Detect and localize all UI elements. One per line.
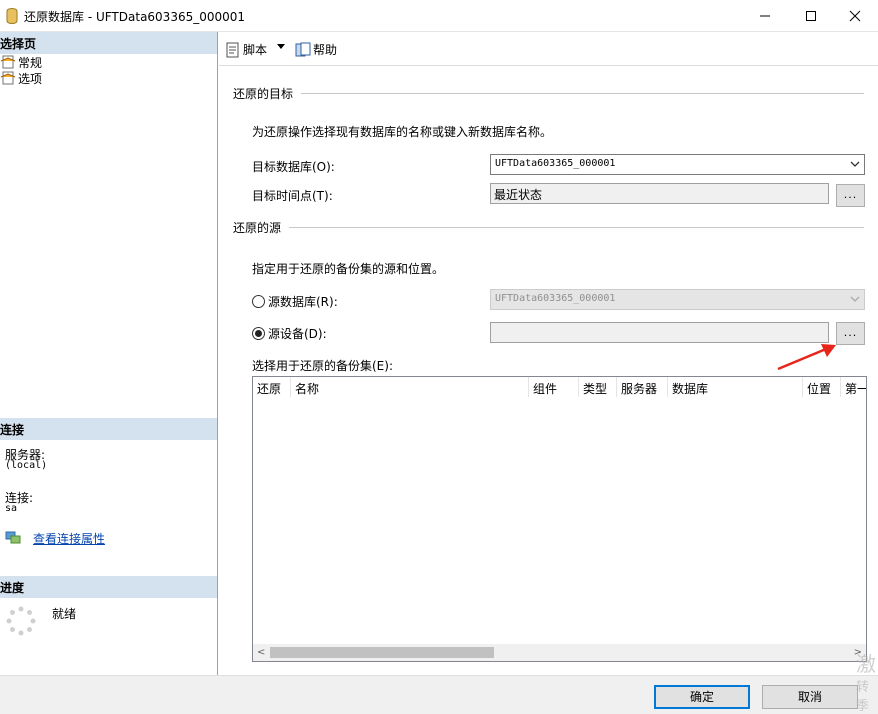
column-header-server[interactable]: 服务器	[617, 377, 668, 397]
select-page-header: 选择页	[0, 32, 217, 54]
page-item-label: 常规	[18, 55, 43, 70]
help-icon	[295, 42, 311, 56]
column-header-component[interactable]: 组件	[529, 377, 579, 397]
page-item-label: 选项	[18, 71, 43, 86]
column-header-first[interactable]: 第一	[841, 377, 866, 397]
help-button[interactable]: 帮助	[295, 41, 337, 58]
minimize-button[interactable]	[742, 0, 788, 32]
right-pane: 脚本 帮助 还原的目标 为还原操作选择现有数据库的名称或键入新数据库名称。 目标…	[219, 32, 878, 675]
restore-target-description: 为还原操作选择现有数据库的名称或键入新数据库名称。	[252, 125, 553, 139]
restore-source-description: 指定用于还原的备份集的源和位置。	[252, 262, 445, 276]
help-label: 帮助	[313, 43, 338, 57]
connection-header: 连接	[0, 418, 217, 440]
backup-sets-grid[interactable]: 还原 名称 组件 类型 服务器 数据库 位置 第一 < >	[252, 376, 867, 662]
chevron-down-icon	[850, 296, 860, 302]
page-icon	[0, 71, 16, 85]
scroll-left-icon[interactable]: <	[257, 647, 265, 658]
horizontal-scrollbar[interactable]: < >	[253, 644, 866, 661]
chevron-down-icon	[850, 161, 860, 167]
ok-button[interactable]: 确定	[654, 685, 750, 709]
column-header-database[interactable]: 数据库	[668, 377, 803, 397]
server-value: (local)	[5, 460, 48, 471]
maximize-button[interactable]	[788, 0, 834, 32]
connection-value: sa	[5, 503, 18, 514]
backup-sets-label: 选择用于还原的备份集(E):	[252, 359, 393, 373]
source-database-value: UFTData603365_000001	[495, 293, 616, 304]
source-database-radio[interactable]	[252, 295, 265, 308]
restore-source-section-title: 还原的源	[233, 221, 282, 235]
restore-target-section-title: 还原的目标	[233, 87, 294, 101]
progress-spinner-icon	[6, 606, 36, 636]
page-item-general[interactable]: 常规	[0, 54, 42, 70]
source-database-combo[interactable]: UFTData603365_000001	[490, 289, 865, 310]
source-database-label: 源数据库(R):	[268, 295, 338, 309]
source-device-radio[interactable]	[252, 327, 265, 340]
cancel-button[interactable]: 取消	[762, 685, 858, 709]
grid-header: 还原 名称 组件 类型 服务器 数据库 位置 第一	[253, 377, 866, 397]
column-header-restore[interactable]: 还原	[253, 377, 291, 397]
target-time-label: 目标时间点(T):	[252, 189, 333, 203]
section-divider	[301, 93, 864, 94]
column-header-type[interactable]: 类型	[579, 377, 617, 397]
connection-properties-icon	[5, 531, 21, 544]
script-label: 脚本	[243, 43, 268, 57]
watermark-text: 激	[856, 652, 876, 676]
target-database-combo[interactable]: UFTData603365_000001	[490, 154, 865, 175]
chevron-down-icon	[277, 44, 285, 49]
target-database-value: UFTData603365_000001	[495, 158, 616, 169]
window-title: 还原数据库 - UFTData603365_000001	[24, 10, 246, 24]
target-database-label: 目标数据库(O):	[252, 160, 335, 174]
column-header-name[interactable]: 名称	[291, 377, 529, 397]
watermark-text-2: 转季	[856, 680, 870, 714]
target-time-field[interactable]: 最近状态	[490, 183, 829, 204]
toolbar: 脚本 帮助	[219, 32, 878, 66]
left-pane: 选择页 常规 选项 连接 服务器: (local) 连接: sa 查看连接属性 …	[0, 32, 218, 675]
annotation-arrow-icon	[777, 344, 836, 371]
dialog-footer: 确定 取消	[0, 675, 878, 714]
maximize-icon	[806, 11, 816, 21]
close-icon	[849, 10, 861, 22]
page-icon	[0, 55, 16, 69]
section-divider	[289, 227, 864, 228]
progress-header: 进度	[0, 576, 217, 598]
title-bar: 还原数据库 - UFTData603365_000001	[0, 0, 878, 32]
progress-status: 就绪	[52, 607, 77, 621]
script-icon	[226, 42, 239, 57]
database-icon	[6, 8, 18, 24]
scrollbar-thumb[interactable]	[270, 647, 494, 658]
minimize-icon	[760, 15, 770, 17]
source-device-label: 源设备(D):	[268, 327, 327, 341]
script-dropdown[interactable]	[277, 44, 285, 50]
target-time-browse-button[interactable]: ...	[836, 184, 865, 207]
page-item-options[interactable]: 选项	[0, 70, 42, 86]
view-connection-properties-link[interactable]: 查看连接属性	[33, 530, 105, 547]
script-button[interactable]: 脚本	[225, 41, 267, 58]
close-button[interactable]	[832, 0, 878, 32]
column-header-position[interactable]: 位置	[803, 377, 841, 397]
